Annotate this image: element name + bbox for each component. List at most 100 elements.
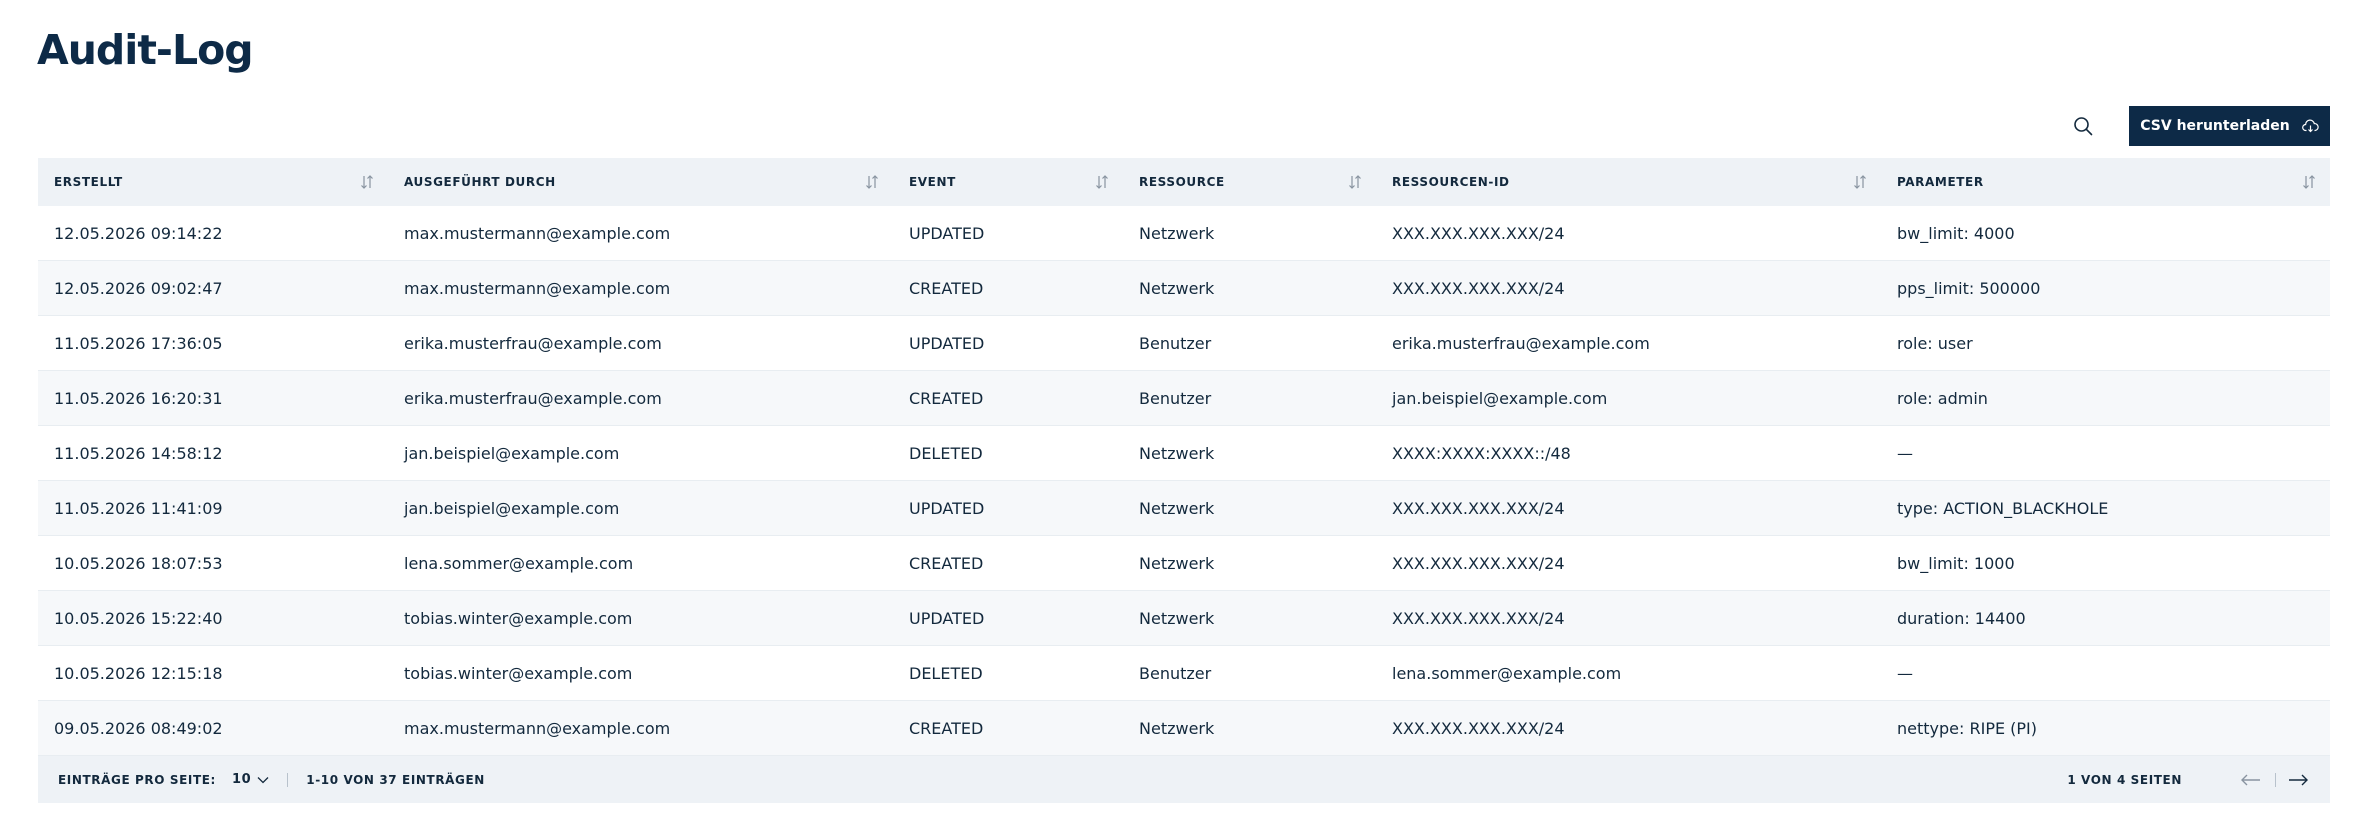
sort-icon[interactable] xyxy=(1348,174,1362,190)
column-header-parameter[interactable]: Parameter xyxy=(1881,158,2330,206)
table-row[interactable]: 10.05.2026 12:15:18 tobias.winter@example… xyxy=(38,646,2330,701)
cell-event: UPDATED xyxy=(909,223,985,243)
sort-icon[interactable] xyxy=(865,174,879,190)
cell-created: 10.05.2026 15:22:40 xyxy=(54,608,223,628)
column-header-label: Parameter xyxy=(1897,175,1984,189)
sort-icon[interactable] xyxy=(1853,174,1867,190)
chevron-down-icon xyxy=(257,776,269,783)
cell-created: 10.05.2026 18:07:53 xyxy=(54,553,223,573)
cell-resource-id: erika.musterfrau@example.com xyxy=(1392,333,1650,353)
table-row[interactable]: 11.05.2026 17:36:05 erika.musterfrau@exam… xyxy=(38,316,2330,371)
cell-executed-by: erika.musterfrau@example.com xyxy=(404,333,662,353)
cell-executed-by: max.mustermann@example.com xyxy=(404,223,671,243)
arrow-left-icon xyxy=(2241,774,2260,785)
cell-executed-by: tobias.winter@example.com xyxy=(404,608,633,628)
cell-created: 12.05.2026 09:14:22 xyxy=(54,223,223,243)
cell-executed-by: erika.musterfrau@example.com xyxy=(404,388,662,408)
sort-icon[interactable] xyxy=(1095,174,1109,190)
cell-resource: Netzwerk xyxy=(1139,553,1215,573)
column-header-event[interactable]: Event xyxy=(893,158,1123,206)
table-row[interactable]: 10.05.2026 18:07:53 lena.sommer@example.c… xyxy=(38,536,2330,591)
table-row[interactable]: 11.05.2026 11:41:09 jan.beispiel@example.… xyxy=(38,481,2330,536)
cell-resource: Benutzer xyxy=(1139,333,1212,353)
cell-created: 09.05.2026 08:49:02 xyxy=(54,718,223,738)
sort-icon[interactable] xyxy=(2302,174,2316,190)
range-label: 1-10 von 37 Einträgen xyxy=(306,772,485,787)
table-row[interactable]: 10.05.2026 15:22:40 tobias.winter@example… xyxy=(38,591,2330,646)
cell-event: CREATED xyxy=(909,388,984,408)
cell-created: 11.05.2026 14:58:12 xyxy=(54,443,223,463)
cell-parameter: role: admin xyxy=(1897,388,1988,408)
cell-event: DELETED xyxy=(909,443,983,463)
table-body: 12.05.2026 09:14:22 max.mustermann@exampl… xyxy=(38,206,2330,756)
cell-parameter: role: user xyxy=(1897,333,1973,353)
cell-resource-id: XXX.XXX.XXX.XXX/24 xyxy=(1392,608,1565,628)
page-label: 1 von 4 Seiten xyxy=(2067,772,2182,787)
cell-resource-id: XXX.XXX.XXX.XXX/24 xyxy=(1392,718,1565,738)
search-button[interactable] xyxy=(2063,106,2103,146)
page-title: Audit-Log xyxy=(37,26,254,74)
table-row[interactable]: 12.05.2026 09:14:22 max.mustermann@exampl… xyxy=(38,206,2330,261)
cell-event: UPDATED xyxy=(909,608,985,628)
column-header-label: Erstellt xyxy=(54,175,123,189)
cell-resource: Netzwerk xyxy=(1139,278,1215,298)
table-footer: Einträge pro Seite: 10 1-10 von 37 Eintr… xyxy=(38,756,2330,803)
cell-resource-id: XXX.XXX.XXX.XXX/24 xyxy=(1392,498,1565,518)
cloud-download-icon xyxy=(2301,119,2319,133)
cell-parameter: duration: 14400 xyxy=(1897,608,2026,628)
cell-event: CREATED xyxy=(909,553,984,573)
divider xyxy=(2275,772,2276,787)
table-row[interactable]: 11.05.2026 14:58:12 jan.beispiel@example.… xyxy=(38,426,2330,481)
cell-resource: Netzwerk xyxy=(1139,443,1215,463)
cell-executed-by: jan.beispiel@example.com xyxy=(404,498,620,518)
toolbar: CSV herunterladen xyxy=(2063,106,2330,146)
column-header-executed-by[interactable]: Ausgeführt durch xyxy=(388,158,893,206)
cell-event: UPDATED xyxy=(909,333,985,353)
cell-created: 11.05.2026 17:36:05 xyxy=(54,333,223,353)
cell-event: CREATED xyxy=(909,718,984,738)
cell-parameter: bw_limit: 1000 xyxy=(1897,553,2015,573)
audit-table: Erstellt Ausgeführt durch Event Ressource Re… xyxy=(38,158,2330,803)
cell-executed-by: tobias.winter@example.com xyxy=(404,663,633,683)
cell-parameter: — xyxy=(1897,663,1913,683)
cell-executed-by: jan.beispiel@example.com xyxy=(404,443,620,463)
per-page-value: 10 xyxy=(231,772,252,787)
cell-created: 12.05.2026 09:02:47 xyxy=(54,278,223,298)
cell-event: DELETED xyxy=(909,663,983,683)
audit-log-page: Audit-Log CSV herunterladen Erstellt Ausg… xyxy=(0,0,2364,828)
arrow-right-icon xyxy=(2289,774,2308,785)
cell-resource: Netzwerk xyxy=(1139,608,1215,628)
per-page-select[interactable]: 10 xyxy=(232,772,269,787)
cell-parameter: bw_limit: 4000 xyxy=(1897,223,2015,243)
sort-icon[interactable] xyxy=(360,174,374,190)
column-header-created[interactable]: Erstellt xyxy=(38,158,388,206)
cell-resource: Benutzer xyxy=(1139,388,1212,408)
column-header-resource-id[interactable]: Ressourcen-ID xyxy=(1376,158,1881,206)
prev-page-button[interactable] xyxy=(2241,773,2263,787)
divider xyxy=(287,772,289,787)
cell-event: UPDATED xyxy=(909,498,985,518)
column-header-label: Ressourcen-ID xyxy=(1392,175,1510,189)
search-icon xyxy=(2074,117,2093,136)
table-row[interactable]: 09.05.2026 08:49:02 max.mustermann@exampl… xyxy=(38,701,2330,756)
cell-parameter: pps_limit: 500000 xyxy=(1897,278,2041,298)
cell-created: 11.05.2026 11:41:09 xyxy=(54,498,223,518)
per-page-label: Einträge pro Seite: xyxy=(58,772,216,787)
column-header-label: Event xyxy=(909,175,956,189)
cell-executed-by: max.mustermann@example.com xyxy=(404,718,671,738)
table-row[interactable]: 12.05.2026 09:02:47 max.mustermann@exampl… xyxy=(38,261,2330,316)
table-row[interactable]: 11.05.2026 16:20:31 erika.musterfrau@exam… xyxy=(38,371,2330,426)
cell-resource-id: jan.beispiel@example.com xyxy=(1392,388,1608,408)
column-header-label: Ausgeführt durch xyxy=(404,175,556,189)
cell-resource-id: XXX.XXX.XXX.XXX/24 xyxy=(1392,223,1565,243)
csv-download-label: CSV herunterladen xyxy=(2140,118,2290,134)
cell-resource: Netzwerk xyxy=(1139,718,1215,738)
cell-resource: Benutzer xyxy=(1139,663,1212,683)
table-header: Erstellt Ausgeführt durch Event Ressource Re… xyxy=(38,158,2330,206)
csv-download-button[interactable]: CSV herunterladen xyxy=(2129,106,2330,146)
pagination: 1 von 4 Seiten xyxy=(2067,772,2310,787)
cell-created: 11.05.2026 16:20:31 xyxy=(54,388,223,408)
column-header-resource[interactable]: Ressource xyxy=(1123,158,1376,206)
next-page-button[interactable] xyxy=(2288,773,2310,787)
